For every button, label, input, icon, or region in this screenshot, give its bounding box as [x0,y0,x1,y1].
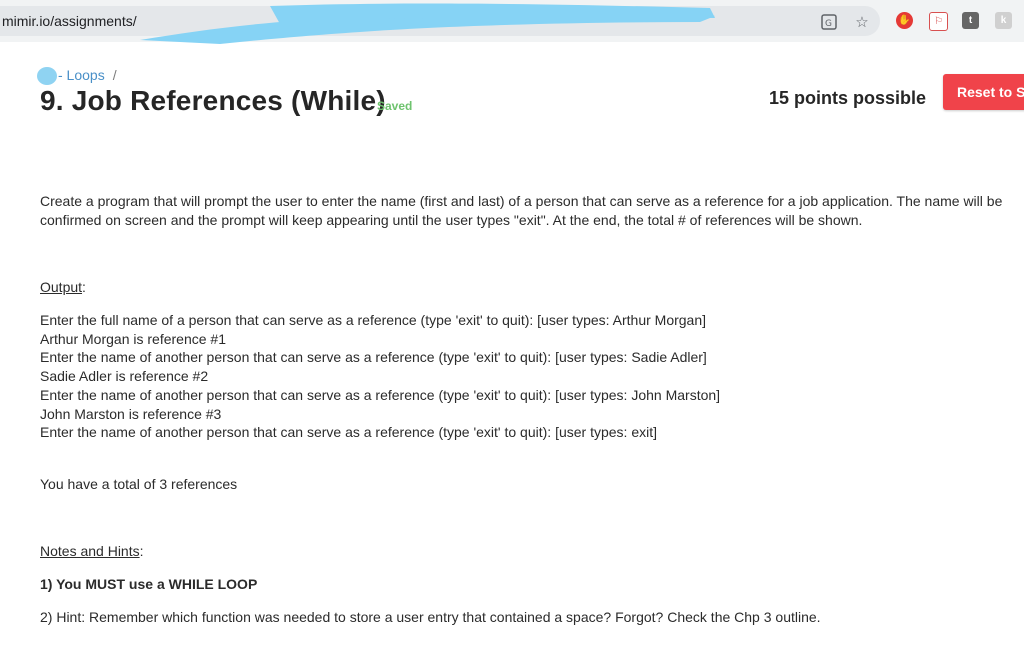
extension-icon-2[interactable]: t [962,12,979,29]
page-title: 9. Job References (While) [40,85,386,116]
output-line: Enter the name of another person that ca… [40,424,658,441]
output-line: Enter the name of another person that ca… [40,386,721,403]
output-line: Arthur Morgan is reference #1 [40,330,226,347]
star-icon[interactable]: ☆ [853,13,871,31]
output-line: John Marston is reference #3 [40,405,222,422]
extension-icon-3[interactable]: k [995,12,1012,29]
url-text[interactable]: mimir.io/assignments/ [2,13,137,29]
breadcrumb-separator: / [112,67,117,83]
output-example: Enter the full name of a person that can… [40,311,720,442]
output-line: Sadie Adler is reference #2 [40,368,209,385]
svg-text:G: G [825,19,832,29]
browser-toolbar: mimir.io/assignments/ G ☆ ✋ ⚐ t k [0,0,1024,44]
breadcrumb-link[interactable]: - Loops [58,67,105,83]
extension-icon-1[interactable]: ⚐ [929,12,948,31]
notes-heading: Notes and Hints: [40,543,144,559]
reset-button[interactable]: Reset to St [943,74,1024,110]
note-hint: 2) Hint: Remember which function was nee… [40,609,821,625]
output-line: Enter the name of another person that ca… [40,349,707,366]
output-heading: Output: [40,279,86,295]
intro-text: Create a program that will prompt the us… [40,193,1003,228]
notes-heading-label: Notes and Hints [40,543,140,559]
points-possible: 15 points possible [768,88,926,108]
breadcrumb: - Loops / [40,67,117,83]
adblock-icon[interactable]: ✋ [896,12,913,29]
translate-icon[interactable]: G [820,13,838,31]
redaction-scribble [140,3,715,44]
note-while-loop: 1) You MUST use a WHILE LOOP [40,576,258,592]
assignment-description: Create a program that will prompt the us… [40,192,1024,230]
output-heading-label: Output [40,279,83,295]
saved-status: Saved [377,99,413,113]
output-line: Enter the full name of a person that can… [40,312,707,328]
total-line: You have a total of 3 references [40,476,238,492]
